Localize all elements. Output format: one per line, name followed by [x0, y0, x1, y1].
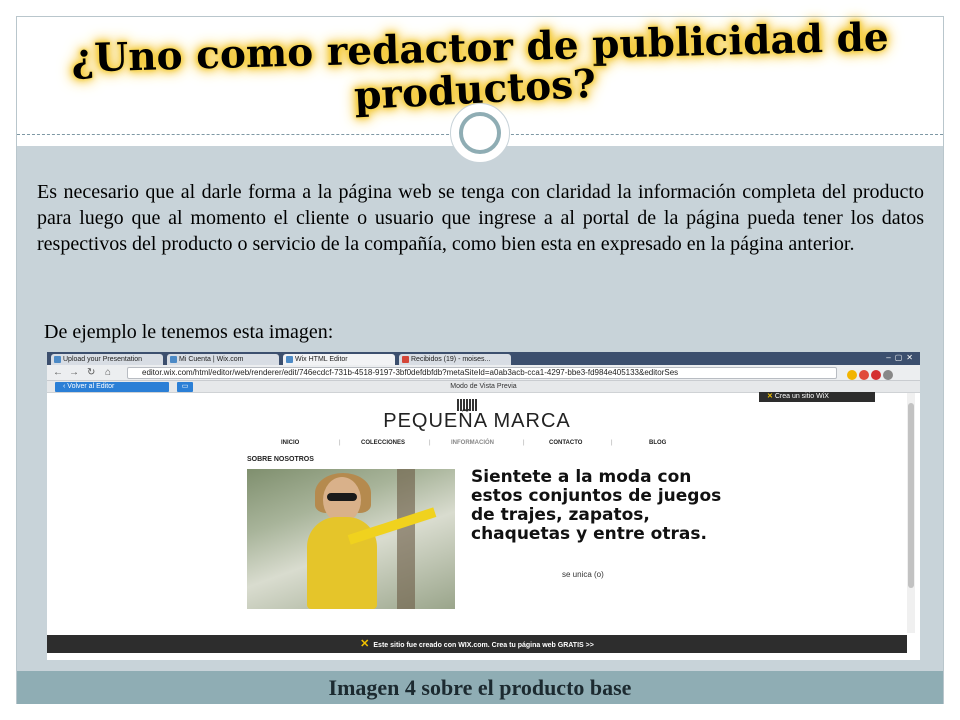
extension-icon[interactable] — [859, 370, 869, 380]
scroll-thumb[interactable] — [908, 403, 914, 588]
slide-title: ¿Uno como redactor de publicidad de prod… — [17, 14, 943, 119]
tab-label: Mi Cuenta | Wix.com — [179, 356, 244, 363]
nav-separator: | — [611, 440, 613, 446]
sunglasses-icon — [327, 493, 357, 501]
nav-item-inicio[interactable]: INICIO — [281, 438, 299, 448]
extension-icons — [847, 367, 915, 380]
brand-logo-icon — [457, 398, 485, 411]
create-wix-site-badge[interactable]: ✕ Crea un sitio WiX — [759, 392, 875, 402]
body-paragraph: Es necesario que al darle forma a la pág… — [37, 181, 924, 255]
tree-trunk — [397, 469, 415, 609]
back-to-editor-label: Volver al Editor — [67, 383, 115, 390]
monitor-icon[interactable]: ▭ — [177, 382, 193, 392]
nav-item-colecciones[interactable]: COLECCIONES — [361, 438, 405, 448]
tab-favicon-icon — [54, 356, 61, 363]
wix-badge-label: Crea un sitio WiX — [774, 393, 829, 400]
nav-separator: | — [429, 440, 431, 446]
nav-item-informacion[interactable]: INFORMACIÓN — [451, 438, 494, 448]
image-caption: Imagen 4 sobre el producto base — [328, 675, 632, 700]
back-arrow-icon[interactable]: ← — [53, 367, 63, 379]
caption-band: Imagen 4 sobre el producto base — [17, 671, 943, 704]
nav-separator: | — [523, 440, 525, 446]
forward-arrow-icon[interactable]: → — [69, 367, 79, 379]
browser-tab[interactable]: Recibidos (19) - moises... — [399, 354, 511, 365]
browser-tab[interactable]: Upload your Presentation — [51, 354, 163, 365]
wix-footer-banner[interactable]: ✕ Este sitio fue creado con WIX.com. Crea… — [47, 635, 907, 653]
back-to-editor-button[interactable]: ‹ Volver al Editor — [55, 382, 169, 392]
address-bar[interactable]: editor.wix.com/html/editor/web/renderer/… — [127, 367, 837, 379]
tab-favicon-icon — [170, 356, 177, 363]
wix-footer-label: Este sitio fue creado con WIX.com. Crea … — [373, 642, 594, 649]
menu-icon[interactable] — [883, 370, 893, 380]
brand-name: PEQUEÑA MARCA — [383, 410, 571, 432]
about-title: SOBRE NOSOTROS — [247, 456, 314, 463]
tab-label: Wix HTML Editor — [295, 356, 348, 363]
nav-item-contacto[interactable]: CONTACTO — [549, 438, 582, 448]
wix-x-icon: ✕ — [360, 638, 370, 650]
browser-tab[interactable]: Mi Cuenta | Wix.com — [167, 354, 279, 365]
tab-favicon-icon — [286, 356, 293, 363]
ring-inner — [459, 112, 501, 154]
browser-toolbar: ← → ↻ ⌂ editor.wix.com/html/editor/web/r… — [47, 365, 920, 381]
home-icon[interactable]: ⌂ — [105, 367, 111, 379]
promo-subtext: se unica (o) — [562, 570, 604, 579]
extension-icon[interactable] — [871, 370, 881, 380]
ring-ornament-icon — [450, 103, 510, 163]
reload-icon[interactable]: ↻ — [87, 367, 95, 379]
page-scrollbar[interactable] — [907, 393, 915, 633]
tab-label: Upload your Presentation — [63, 356, 142, 363]
star-icon[interactable] — [847, 370, 857, 380]
browser-tab-bar: Upload your Presentation Mi Cuenta | Wix… — [47, 352, 920, 365]
nav-item-blog[interactable]: BLOG — [649, 438, 666, 448]
promo-text: Sientete a la moda con estos conjuntos d… — [471, 467, 722, 544]
example-label: De ejemplo le tenemos esta imagen: — [44, 321, 334, 343]
window-controls[interactable]: –▢✕ — [886, 353, 917, 362]
tab-label: Recibidos (19) - moises... — [411, 356, 491, 363]
fashion-photo — [247, 469, 455, 609]
nav-separator: | — [339, 440, 341, 446]
browser-tab-active[interactable]: Wix HTML Editor — [283, 354, 395, 365]
site-nav: INICIO | COLECCIONES | INFORMACIÓN | CON… — [271, 438, 691, 448]
gmail-favicon-icon — [402, 356, 409, 363]
browser-screenshot: Upload your Presentation Mi Cuenta | Wix… — [47, 352, 920, 660]
